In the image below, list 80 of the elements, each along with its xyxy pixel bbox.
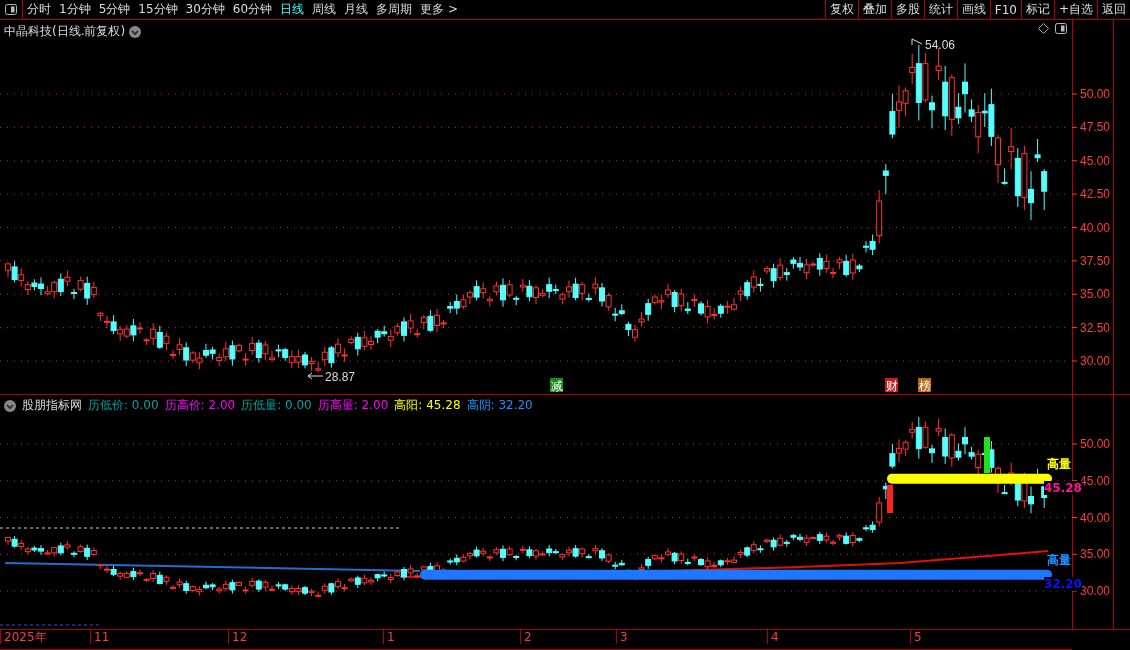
panel-toggle-icon[interactable] [1055, 23, 1067, 34]
date-label: 4 [767, 630, 779, 644]
indicator-value: 高阳: 45.28 [394, 397, 461, 414]
date-label: 5 [910, 630, 922, 644]
tick-mark [1071, 126, 1078, 128]
indicator-value: 历高量: 2.00 [317, 397, 389, 414]
period-tab[interactable]: 1分钟 [55, 0, 95, 19]
axis-label: 37.50 [1080, 253, 1111, 268]
indicator-value: 历高价: 2.00 [164, 397, 236, 414]
date-label: 2025年 [0, 630, 47, 644]
date-label: 3 [616, 630, 628, 644]
period-tab[interactable]: 60分钟 [228, 0, 277, 19]
date-label: 12 [228, 630, 248, 644]
tick-mark [1071, 93, 1078, 95]
diamond-icon[interactable] [1038, 23, 1049, 34]
line-value: 32.20 [1044, 577, 1082, 591]
tick-mark [1071, 160, 1078, 162]
period-tab[interactable]: 分时 [23, 0, 55, 19]
line-value: 45.28 [1044, 481, 1082, 495]
period-tab[interactable]: 5分钟 [94, 0, 135, 19]
axis-label: 35.00 [1080, 547, 1111, 562]
axis-label: 30.00 [1080, 584, 1111, 598]
period-tab[interactable]: 多周期 [372, 0, 417, 19]
tick-mark [1071, 517, 1078, 518]
date-label: 11 [90, 630, 110, 644]
event-marker: 财 [885, 378, 898, 393]
axis-label: 45.00 [1080, 473, 1111, 488]
low-price-label: 28.87 [307, 370, 356, 384]
axis-label: 30.00 [1080, 354, 1111, 368]
dropdown-icon[interactable] [129, 25, 142, 38]
period-tab[interactable]: 月线 [340, 0, 373, 19]
tick-mark [1071, 360, 1078, 362]
indicator-name: 股朋指标网 [22, 397, 82, 414]
period-tab[interactable]: 15分钟 [134, 0, 182, 19]
line-label: 高量 [1047, 553, 1071, 567]
toolbar-button[interactable]: 叠加 [857, 0, 891, 19]
axis-label: 35.00 [1080, 287, 1111, 302]
axis-label: 50.00 [1080, 87, 1111, 101]
axis-label: 45.00 [1080, 153, 1111, 168]
toolbar-button[interactable]: 画线 [956, 0, 990, 19]
axis-label: 32.50 [1080, 320, 1111, 335]
tick-mark [1071, 480, 1078, 482]
tick-mark [1071, 327, 1078, 329]
indicator-value: 历低价: 0.00 [88, 397, 159, 414]
axis-label: 42.50 [1080, 187, 1111, 202]
tick-mark [1071, 227, 1078, 228]
toolbar-button[interactable]: 多股 [890, 0, 924, 19]
period-tab[interactable]: 日线 [276, 0, 309, 19]
tick-mark [1071, 260, 1078, 262]
tick-mark [1071, 443, 1078, 445]
indicator-value: 历低量: 0.00 [241, 397, 312, 414]
date-label: 1 [383, 630, 395, 644]
toolbar-button[interactable]: F10 [989, 0, 1021, 19]
event-marker: 榜 [918, 378, 931, 393]
panel-toggle-icon[interactable] [5, 4, 17, 15]
tick-mark [1071, 553, 1078, 555]
period-tab[interactable]: 周线 [308, 0, 341, 19]
toolbar-button[interactable]: 标记 [1020, 0, 1054, 19]
volume-bar [887, 485, 893, 513]
tick-mark [1071, 293, 1078, 295]
axis-label: 40.00 [1080, 510, 1111, 525]
volume-bar [984, 437, 990, 473]
chart-title: 中晶科技(日线.前复权) [4, 23, 126, 40]
axis-label: 50.00 [1080, 437, 1111, 451]
toolbar-button[interactable]: 统计 [923, 0, 957, 19]
event-marker: 减 [550, 378, 563, 393]
toolbar-button[interactable]: 复权 [824, 0, 858, 19]
axis-label: 47.50 [1080, 120, 1111, 135]
indicator-value: 高阴: 32.20 [466, 397, 533, 414]
tick-mark [1071, 590, 1078, 592]
toolbar-button[interactable]: +自选 [1053, 0, 1097, 19]
period-tab[interactable]: 30分钟 [181, 0, 229, 19]
toolbar-button[interactable]: 返回 [1097, 0, 1130, 19]
period-tab[interactable]: 更多 > [416, 0, 462, 19]
dropdown-icon[interactable] [4, 399, 16, 412]
tick-mark [1071, 193, 1078, 195]
axis-label: 40.00 [1080, 220, 1111, 235]
high-price-label: 54.06 [911, 38, 956, 52]
line-label: 高量 [1047, 457, 1071, 471]
date-label: 2 [520, 630, 532, 644]
